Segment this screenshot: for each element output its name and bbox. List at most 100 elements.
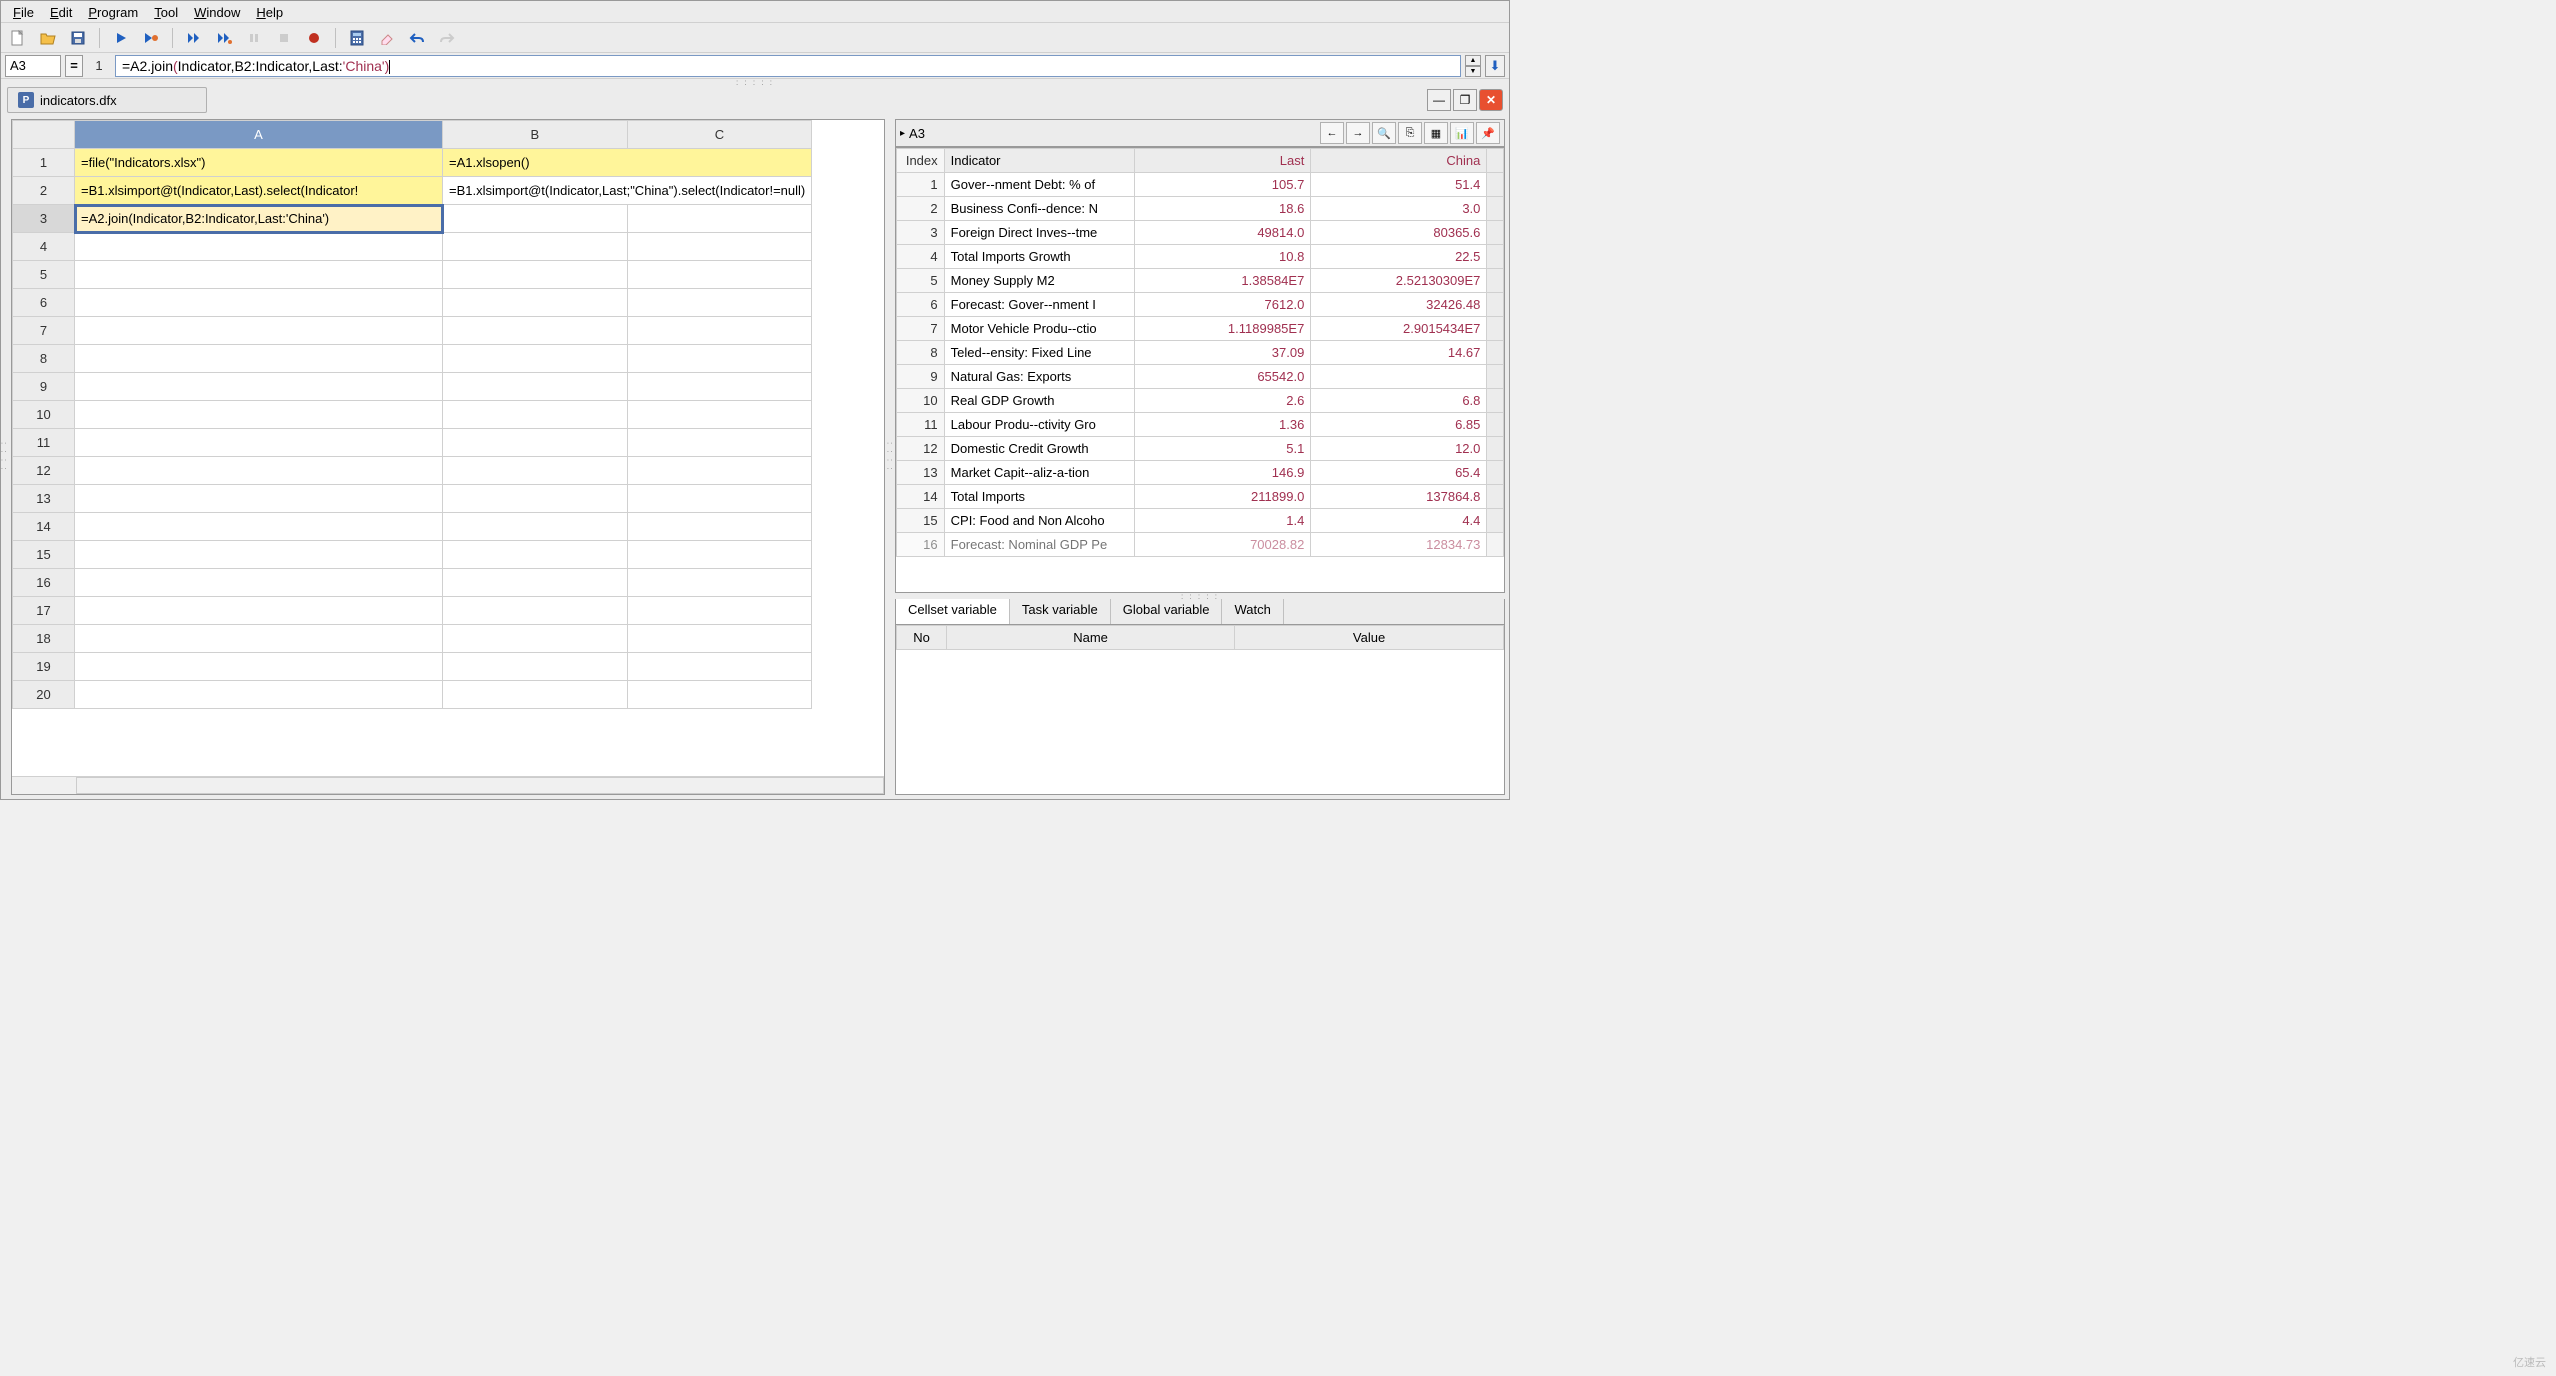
var-col-no[interactable]: No [897, 626, 947, 650]
var-col-value[interactable]: Value [1235, 626, 1504, 650]
result-row[interactable]: 3Foreign Direct Inves--tme49814.080365.6 [897, 221, 1504, 245]
cell[interactable] [75, 653, 443, 681]
cell-b3[interactable] [443, 205, 628, 233]
menu-window[interactable]: Window [186, 3, 248, 20]
row-header[interactable]: 5 [13, 261, 75, 289]
cell[interactable] [627, 625, 812, 653]
formula-input[interactable]: =A2.join(Indicator,B2:Indicator,Last:'Ch… [115, 55, 1461, 77]
cell[interactable] [443, 513, 628, 541]
cell[interactable] [75, 625, 443, 653]
cell[interactable] [627, 345, 812, 373]
cell-b1[interactable]: =A1.xlsopen() [443, 149, 812, 177]
cell[interactable] [627, 541, 812, 569]
cell[interactable] [443, 597, 628, 625]
row-header[interactable]: 15 [13, 541, 75, 569]
menu-help[interactable]: Help [248, 3, 291, 20]
new-file-icon[interactable] [7, 27, 29, 49]
row-header[interactable]: 14 [13, 513, 75, 541]
cell[interactable] [443, 681, 628, 709]
cell-c3[interactable] [627, 205, 812, 233]
cell[interactable] [75, 569, 443, 597]
result-row[interactable]: 5Money Supply M21.38584E72.52130309E7 [897, 269, 1504, 293]
cell[interactable] [443, 625, 628, 653]
row-header[interactable]: 10 [13, 401, 75, 429]
row-header[interactable]: 12 [13, 457, 75, 485]
maximize-icon[interactable]: ❐ [1453, 89, 1477, 111]
cell[interactable] [75, 485, 443, 513]
cell[interactable] [75, 597, 443, 625]
cell[interactable] [443, 261, 628, 289]
save-file-icon[interactable] [67, 27, 89, 49]
cell[interactable] [75, 681, 443, 709]
cell[interactable] [75, 541, 443, 569]
row-header[interactable]: 17 [13, 597, 75, 625]
col-header-a[interactable]: A [75, 121, 443, 149]
cell[interactable] [627, 457, 812, 485]
tab-cellset-variable[interactable]: Cellset variable [896, 599, 1010, 624]
col-header-b[interactable]: B [443, 121, 628, 149]
cell[interactable] [627, 289, 812, 317]
cell[interactable] [627, 261, 812, 289]
cell[interactable] [75, 429, 443, 457]
cell[interactable] [627, 317, 812, 345]
cell-grid-scroll[interactable]: A B C 1=file("Indicators.xlsx")=A1.xlsop… [12, 120, 884, 776]
cell[interactable] [75, 457, 443, 485]
undo-icon[interactable] [406, 27, 428, 49]
result-col-indicator[interactable]: Indicator [944, 149, 1135, 173]
cell[interactable] [443, 289, 628, 317]
cell[interactable] [75, 345, 443, 373]
cell[interactable] [75, 513, 443, 541]
splitter-right[interactable]: : : : : [887, 115, 893, 799]
result-row[interactable]: 13Market Capit--aliz-a-tion146.965.4 [897, 461, 1504, 485]
row-header[interactable]: 20 [13, 681, 75, 709]
result-row[interactable]: 15CPI: Food and Non Alcoho1.44.4 [897, 509, 1504, 533]
view-table-icon[interactable]: ▦ [1424, 122, 1448, 144]
result-row[interactable]: 16Forecast: Nominal GDP Pe70028.8212834.… [897, 533, 1504, 557]
cell[interactable] [443, 401, 628, 429]
cell[interactable] [75, 289, 443, 317]
row-header[interactable]: 2 [13, 177, 75, 205]
result-row[interactable]: 1Gover--nment Debt: % of105.751.4 [897, 173, 1504, 197]
cell[interactable] [75, 317, 443, 345]
row-header[interactable]: 8 [13, 345, 75, 373]
equals-button[interactable]: = [65, 55, 83, 77]
cell[interactable] [627, 597, 812, 625]
row-header[interactable]: 1 [13, 149, 75, 177]
cell[interactable] [627, 513, 812, 541]
cell[interactable] [443, 541, 628, 569]
pin-icon[interactable]: 📌 [1476, 122, 1500, 144]
result-row[interactable]: 12Domestic Credit Growth5.112.0 [897, 437, 1504, 461]
menu-file[interactable]: File [5, 3, 42, 20]
minimize-icon[interactable]: — [1427, 89, 1451, 111]
cell[interactable] [443, 317, 628, 345]
result-row[interactable]: 6Forecast: Gover--nment I7612.032426.48 [897, 293, 1504, 317]
stop-icon[interactable] [273, 27, 295, 49]
cell[interactable] [443, 457, 628, 485]
cell[interactable] [627, 681, 812, 709]
formula-dropdown-icon[interactable]: ⬇ [1485, 55, 1505, 77]
cell[interactable] [75, 233, 443, 261]
row-header[interactable]: 4 [13, 233, 75, 261]
result-row[interactable]: 14Total Imports211899.0137864.8 [897, 485, 1504, 509]
copy-icon[interactable]: ⎘ [1398, 122, 1422, 144]
redo-icon[interactable] [436, 27, 458, 49]
cell[interactable] [443, 653, 628, 681]
cell[interactable] [443, 569, 628, 597]
expand-icon[interactable]: ▸ [900, 128, 905, 139]
row-header[interactable]: 18 [13, 625, 75, 653]
step-into-icon[interactable] [213, 27, 235, 49]
cell[interactable] [627, 485, 812, 513]
formula-stepper[interactable]: ▲▼ [1465, 55, 1481, 77]
chart-icon[interactable]: 📊 [1450, 122, 1474, 144]
row-header[interactable]: 3 [13, 205, 75, 233]
result-row[interactable]: 10Real GDP Growth2.66.8 [897, 389, 1504, 413]
calculator-icon[interactable] [346, 27, 368, 49]
cell-a2[interactable]: =B1.xlsimport@t(Indicator,Last).select(I… [75, 177, 443, 205]
var-col-name[interactable]: Name [947, 626, 1235, 650]
nav-back-icon[interactable]: ← [1320, 122, 1344, 144]
cell[interactable] [627, 429, 812, 457]
debug-icon[interactable] [140, 27, 162, 49]
cell[interactable] [443, 485, 628, 513]
cell[interactable] [443, 233, 628, 261]
run-icon[interactable] [110, 27, 132, 49]
